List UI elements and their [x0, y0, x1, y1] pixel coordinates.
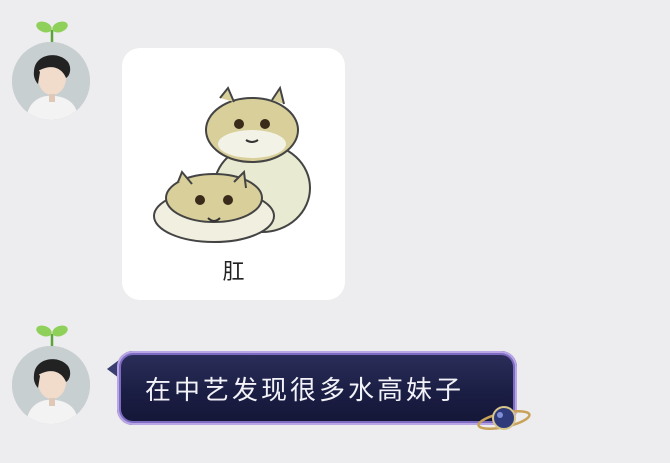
hamster-sticker-icon	[153, 85, 311, 243]
avatar-group[interactable]	[10, 322, 92, 424]
message-row: 肛	[0, 0, 670, 310]
text-message-bubble[interactable]: 在中艺发现很多水高妹子	[117, 351, 517, 425]
person-avatar-icon	[12, 346, 90, 424]
sticker-caption: 肛	[222, 260, 245, 285]
avatar[interactable]	[12, 42, 90, 120]
person-avatar-icon	[12, 42, 90, 120]
avatar-group[interactable]	[10, 18, 92, 120]
sticker-message[interactable]: 肛	[122, 48, 345, 300]
avatar[interactable]	[12, 346, 90, 424]
message-text: 在中艺发现很多水高妹子	[145, 376, 465, 406]
